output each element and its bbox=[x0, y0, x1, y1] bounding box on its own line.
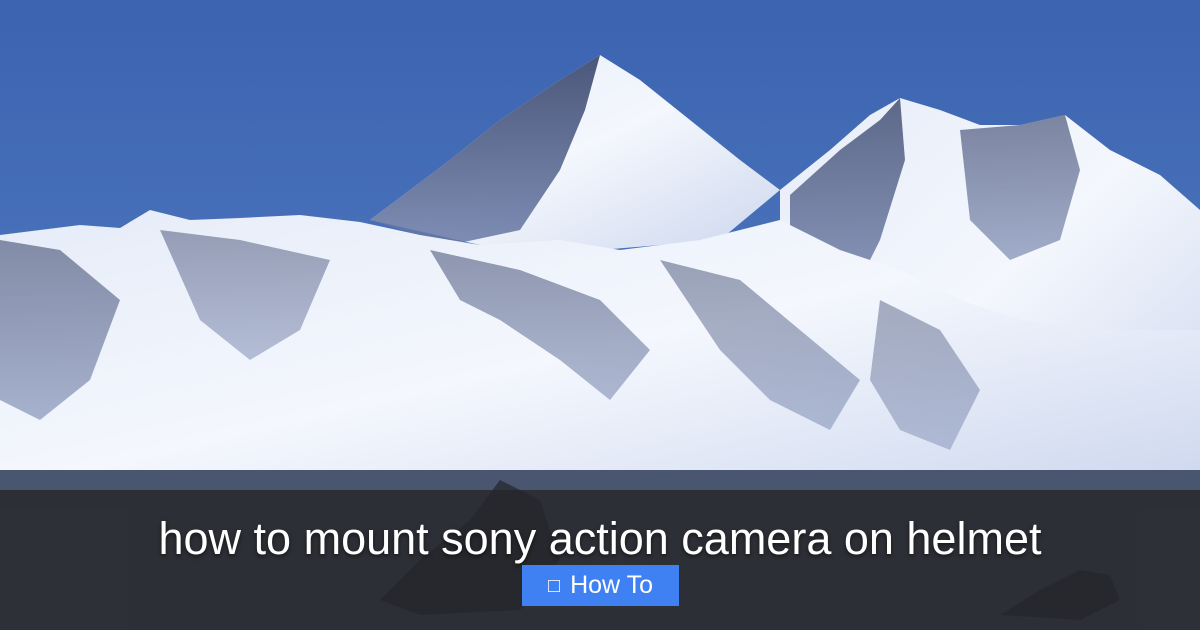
folder-icon: □ bbox=[547, 574, 561, 597]
category-label: How To bbox=[570, 571, 653, 599]
category-badge[interactable]: □ How To bbox=[522, 565, 679, 606]
page-title: how to mount sony action camera on helme… bbox=[158, 513, 1042, 564]
